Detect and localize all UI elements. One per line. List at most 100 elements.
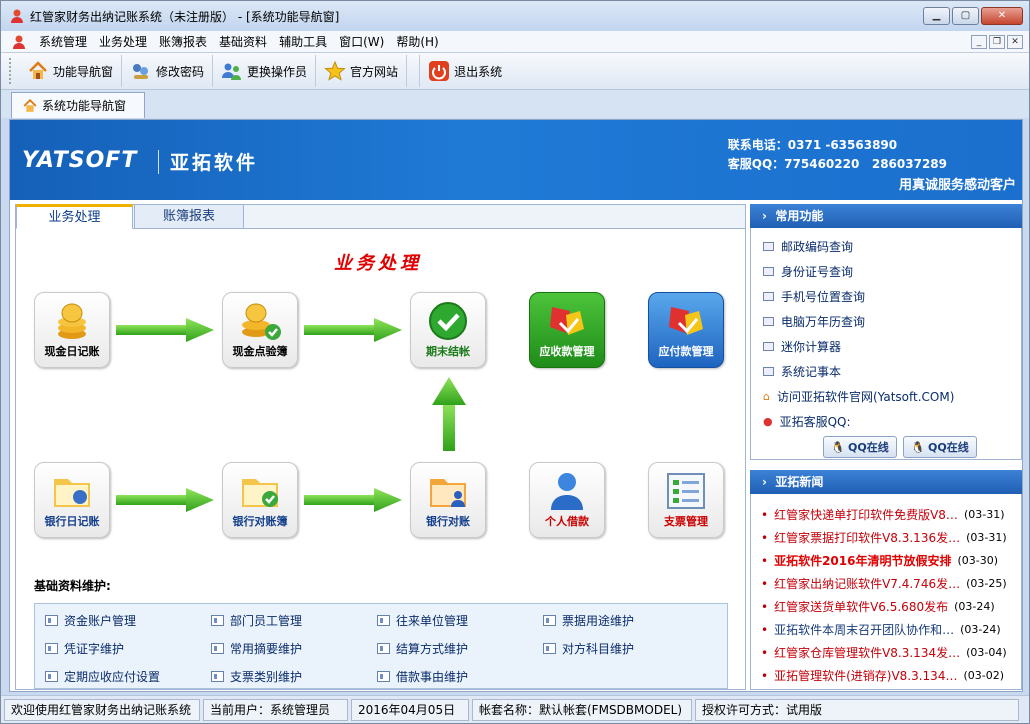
- arrow-right-icon: [116, 318, 214, 342]
- link-mobile-location[interactable]: 手机号位置查询: [763, 288, 865, 305]
- bank-journal-button[interactable]: 银行日记账: [34, 462, 110, 538]
- close-button[interactable]: ✕: [981, 7, 1023, 25]
- chevron-right-icon: ›: [762, 209, 776, 223]
- contact-info: 联系电话：0371 -63563890 客服QQ：775460220 28603…: [728, 136, 947, 174]
- payables-button[interactable]: 应付款管理: [648, 292, 724, 368]
- mdi-close-button[interactable]: ✕: [1007, 35, 1023, 49]
- link-calculator[interactable]: 迷你计算器: [763, 338, 841, 355]
- base-item-cheque-types[interactable]: 支票类别维护: [211, 668, 302, 685]
- arrow-right-icon: [304, 318, 402, 342]
- form-icon: [377, 643, 390, 654]
- maximize-button[interactable]: ▢: [952, 7, 979, 25]
- base-item-fund-accounts[interactable]: 资金账户管理: [45, 612, 136, 629]
- link-official-site[interactable]: ⌂ 访问亚拓软件官网(Yatsoft.COM): [763, 388, 954, 405]
- link-id-card[interactable]: 身份证号查询: [763, 263, 853, 280]
- news-item[interactable]: • 亚拓软件2016年清明节放假安排 (03-30): [761, 552, 1017, 569]
- app-logo-icon: [11, 9, 23, 23]
- base-data-box: 资金账户管理 部门员工管理 往来单位管理 票据用途维护 凭证字维护 常用摘要维护…: [34, 603, 728, 689]
- tab-business[interactable]: 业务处理: [16, 204, 133, 229]
- status-account: 帐套名称：默认帐套(FMSDBMODEL): [472, 698, 692, 721]
- base-item-recurring-ar-ap[interactable]: 定期应收应付设置: [45, 668, 160, 685]
- base-item-settlement-methods[interactable]: 结算方式维护: [377, 640, 468, 657]
- bank-reconcile-book-label: 银行对账簿: [232, 515, 288, 528]
- cash-journal-button[interactable]: 现金日记账: [34, 292, 110, 368]
- menu-window[interactable]: 窗口(W): [333, 33, 390, 50]
- base-item-partners[interactable]: 往来单位管理: [377, 612, 468, 629]
- menu-base-data[interactable]: 基础资料: [213, 33, 273, 50]
- receivables-icon: [530, 299, 604, 343]
- cash-check-book-button[interactable]: 现金点验簿: [222, 292, 298, 368]
- switch-user-icon: [221, 60, 243, 82]
- bank-reconcile-book-button[interactable]: 银行对账簿: [222, 462, 298, 538]
- menu-tools[interactable]: 辅助工具: [273, 33, 333, 50]
- form-icon: [543, 643, 556, 654]
- form-icon: [211, 643, 224, 654]
- change-password-button[interactable]: 修改密码: [122, 55, 214, 87]
- base-item-common-summaries[interactable]: 常用摘要维护: [211, 640, 302, 657]
- power-icon: [428, 60, 450, 82]
- mdi-child-icon[interactable]: [11, 34, 27, 50]
- official-site-button[interactable]: 官方网站: [316, 55, 408, 87]
- cheque-management-label: 支票管理: [664, 515, 708, 528]
- base-item-voucher-types[interactable]: 凭证字维护: [45, 640, 124, 657]
- banner-divider: [158, 150, 159, 174]
- form-icon: [45, 615, 58, 626]
- news-item[interactable]: • 红管家仓库管理软件V8.3.134发… (03-04): [761, 644, 1017, 661]
- qq-online-button-1[interactable]: 🐧 QQ在线: [823, 436, 897, 458]
- menu-business[interactable]: 业务处理: [93, 33, 153, 50]
- nav-window-button[interactable]: 功能导航窗: [19, 55, 123, 87]
- mdi-restore-button[interactable]: ❐: [989, 35, 1005, 49]
- base-item-bill-purposes[interactable]: 票据用途维护: [543, 612, 634, 629]
- folder-check-icon: [223, 469, 297, 513]
- change-password-label: 修改密码: [156, 64, 205, 79]
- home-icon: [23, 98, 37, 112]
- form-icon: [211, 615, 224, 626]
- house-icon: ⌂: [763, 390, 770, 403]
- news-item[interactable]: • 红管家快递单打印软件免费版V8… (03-31): [761, 506, 1017, 523]
- form-icon: [45, 671, 58, 682]
- switch-operator-button[interactable]: 更换操作员: [213, 55, 317, 87]
- link-postcode[interactable]: 邮政编码查询: [763, 238, 853, 255]
- receivables-button[interactable]: 应收款管理: [529, 292, 605, 368]
- tab-ledger-reports[interactable]: 账簿报表: [134, 204, 244, 229]
- home-icon: [27, 60, 49, 82]
- brand-banner: YATSOFT 亚拓软件 联系电话：0371 -63563890 客服QQ：77…: [10, 120, 1022, 200]
- news-item[interactable]: • 亚拓管理软件(进销存)V8.3.134… (03-02): [761, 667, 1017, 684]
- doc-tab-nav-window[interactable]: 系统功能导航窗: [11, 92, 145, 118]
- exit-system-button[interactable]: 退出系统: [419, 55, 510, 87]
- news-item[interactable]: • 红管家出纳记账软件V7.4.746发… (03-25): [761, 575, 1017, 592]
- minimize-button[interactable]: ▁: [923, 7, 950, 25]
- menu-help[interactable]: 帮助(H): [390, 33, 444, 50]
- menu-bar: 系统管理 业务处理 账簿报表 基础资料 辅助工具 窗口(W) 帮助(H) _ ❐…: [1, 31, 1029, 53]
- doc-icon: [763, 317, 774, 326]
- base-item-counter-accounts[interactable]: 对方科目维护: [543, 640, 634, 657]
- period-close-button[interactable]: 期末结帐: [410, 292, 486, 368]
- news-header: › 亚拓新闻: [750, 470, 1022, 494]
- link-calendar[interactable]: 电脑万年历查询: [763, 313, 865, 330]
- news-item[interactable]: • 红管家票据打印软件V8.3.136发… (03-31): [761, 529, 1017, 546]
- app-window: 红管家财务出纳记账系统（未注册版） - [系统功能导航窗] ▁ ▢ ✕ 系统管理…: [0, 0, 1030, 724]
- menu-system[interactable]: 系统管理: [33, 33, 93, 50]
- personal-loan-button[interactable]: 个人借款: [529, 462, 605, 538]
- toolbar-grip[interactable]: [9, 58, 13, 84]
- cheque-management-button[interactable]: 支票管理: [648, 462, 724, 538]
- doc-icon: [763, 292, 774, 301]
- key-users-icon: [130, 60, 152, 82]
- checklist-icon: [649, 469, 723, 513]
- arrow-right-icon: [116, 488, 214, 512]
- link-notepad[interactable]: 系统记事本: [763, 363, 841, 380]
- qq-online-button-2[interactable]: 🐧 QQ在线: [903, 436, 977, 458]
- bank-reconcile-button[interactable]: 银行对账: [410, 462, 486, 538]
- base-item-departments[interactable]: 部门员工管理: [211, 612, 302, 629]
- base-item-loan-reasons[interactable]: 借款事由维护: [377, 668, 468, 685]
- exit-system-label: 退出系统: [454, 64, 503, 79]
- status-license: 授权许可方式：试用版: [695, 698, 1019, 721]
- base-data-title: 基础资料维护:: [34, 579, 111, 593]
- news-box: • 红管家快递单打印软件免费版V8… (03-31) • 红管家票据打印软件V8.3.…: [750, 494, 1022, 690]
- mdi-minimize-button[interactable]: _: [971, 35, 987, 49]
- news-item[interactable]: • 亚拓软件本周末召开团队协作和… (03-24): [761, 621, 1017, 638]
- menu-ledger-reports[interactable]: 账簿报表: [153, 33, 213, 50]
- form-icon: [377, 671, 390, 682]
- nav-window-label: 功能导航窗: [53, 64, 114, 79]
- news-item[interactable]: • 红管家送货单软件V6.5.680发布 (03-24): [761, 598, 1017, 615]
